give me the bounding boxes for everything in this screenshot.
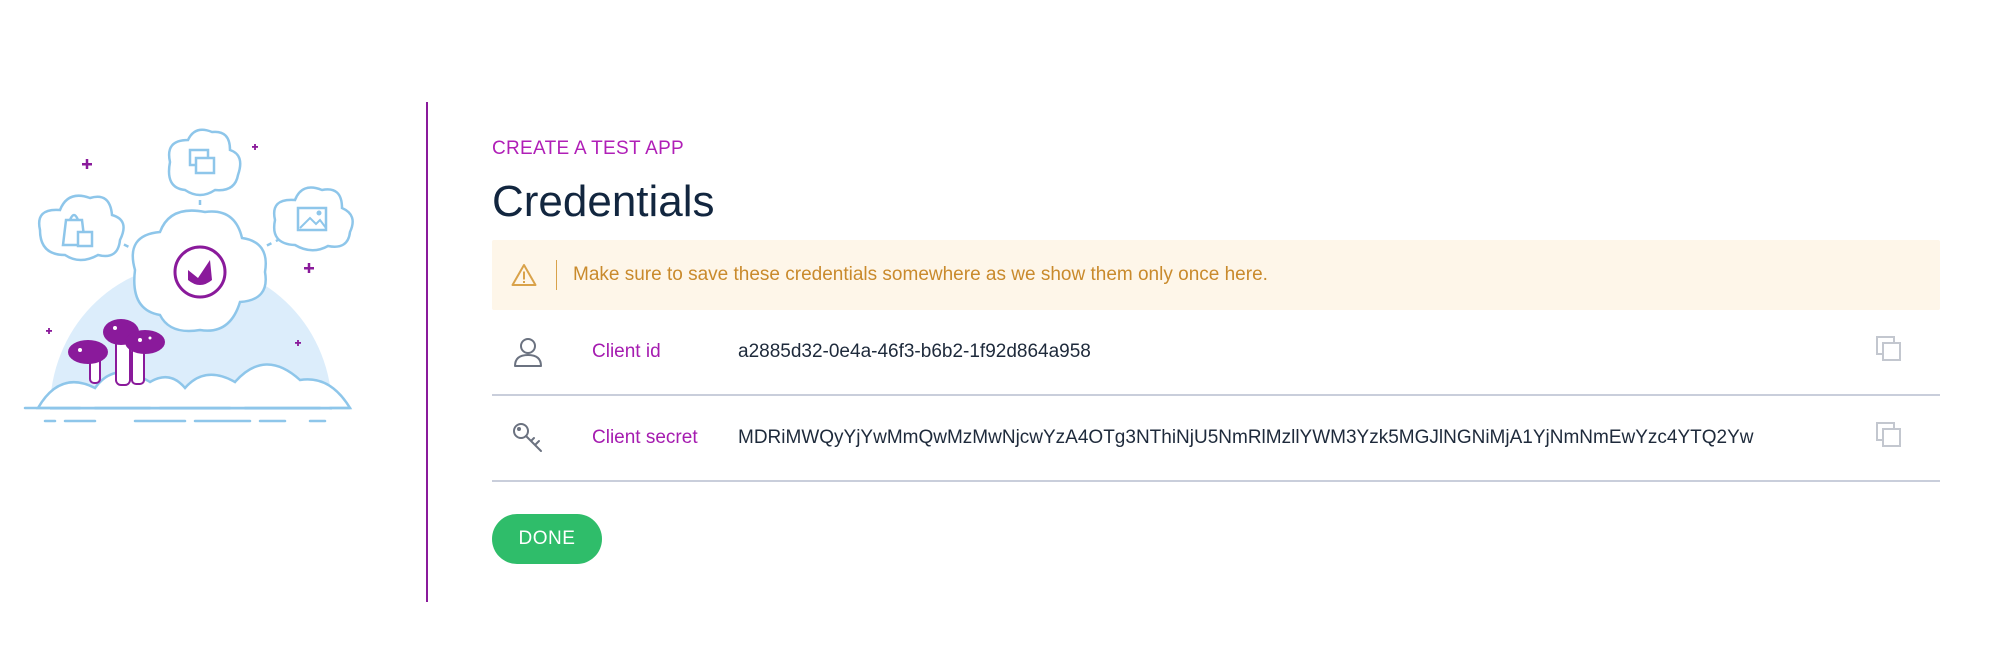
client-id-label: Client id — [592, 341, 661, 362]
client-id-value: a2885d32-0e4a-46f3-b6b2-1f92d864a958 — [738, 341, 1091, 362]
credentials-panel: CREATE A TEST APP Credentials Make sure … — [492, 136, 1940, 564]
page-title: Credentials — [492, 177, 715, 226]
done-button[interactable]: DONE — [492, 514, 602, 564]
client-secret-value: MDRiMWQyYjYwMmQwMzMwNjcwYzA4OTg3NThiNjU5… — [738, 427, 1754, 448]
copy-client-id-icon[interactable] — [1874, 334, 1904, 364]
cloud-apps-illustration — [20, 120, 365, 430]
user-icon — [510, 334, 546, 370]
key-icon — [510, 420, 546, 456]
client-secret-label: Client secret — [592, 427, 698, 448]
warning-triangle-icon — [510, 261, 538, 289]
warning-separator — [556, 260, 557, 290]
client-secret-row: Client secret MDRiMWQyYjYwMmQwMzMwNjcwYz… — [492, 396, 1940, 482]
warning-message: Make sure to save these credentials some… — [573, 264, 1268, 285]
copy-client-secret-icon[interactable] — [1874, 420, 1904, 450]
client-id-row: Client id a2885d32-0e4a-46f3-b6b2-1f92d8… — [492, 310, 1940, 396]
section-eyebrow: CREATE A TEST APP — [492, 138, 685, 159]
warning-banner: Make sure to save these credentials some… — [492, 240, 1940, 310]
credentials-page: CREATE A TEST APP Credentials Make sure … — [0, 0, 2000, 665]
vertical-divider — [426, 102, 428, 602]
